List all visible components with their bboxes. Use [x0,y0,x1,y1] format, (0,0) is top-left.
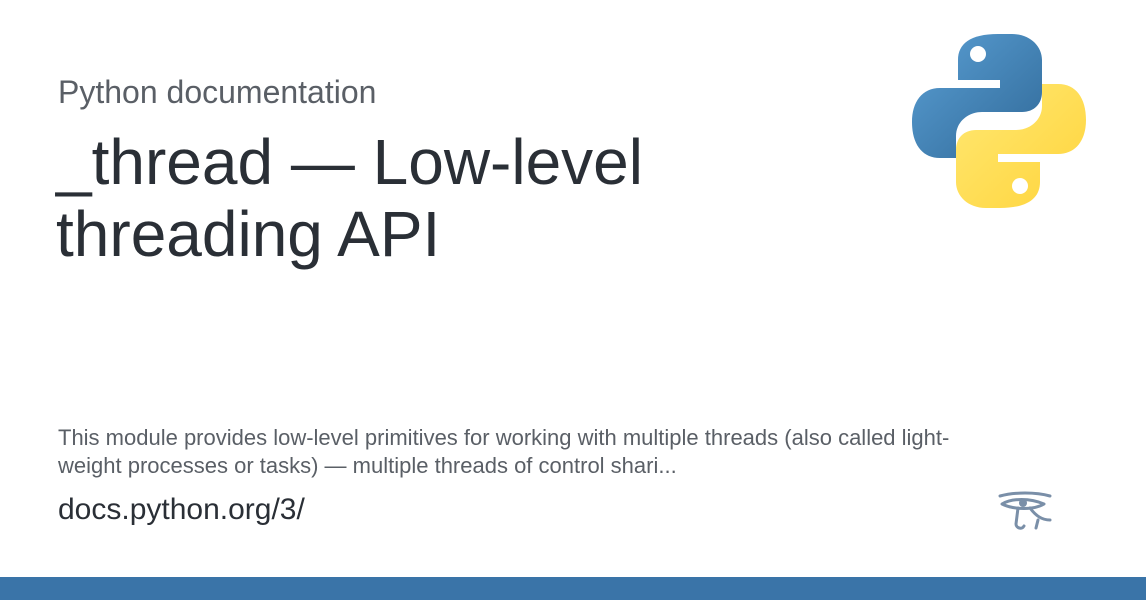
page-description: This module provides low-level primitive… [58,425,950,478]
eye-of-horus-icon [998,491,1052,530]
site-url: docs.python.org/3/ [58,493,305,526]
python-logo-icon [912,34,1086,208]
social-preview-card: Python documentation _thread — Low-level… [0,0,1146,600]
site-name: Python documentation [58,74,377,110]
page-title: _thread — Low-level threading API [56,126,643,270]
accent-bar [0,577,1146,600]
